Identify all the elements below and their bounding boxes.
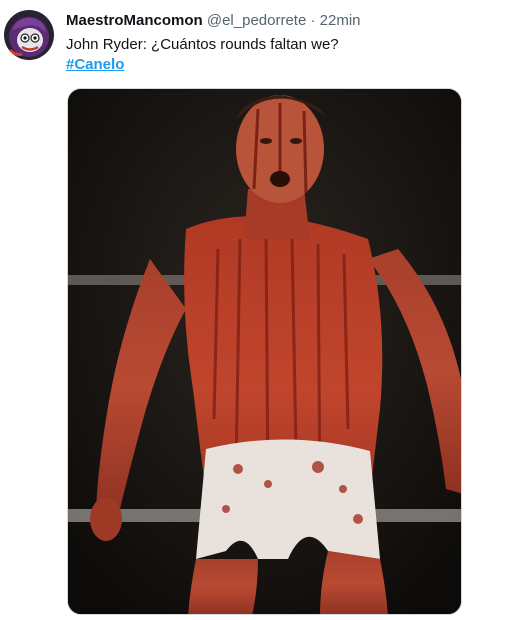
avatar-image [4, 10, 54, 60]
tweet-text: John Ryder: ¿Cuántos rounds faltan we? [66, 36, 339, 53]
tweet-media-photo[interactable] [67, 88, 462, 615]
user-handle[interactable]: @el_pedorrete [207, 12, 306, 29]
timestamp[interactable]: 22min [320, 12, 361, 29]
hashtag-link[interactable]: #Canelo [66, 55, 124, 75]
author-avatar[interactable] [4, 10, 54, 60]
display-name[interactable]: MaestroMancomon [66, 12, 203, 29]
tweet-header: MaestroMancomon @el_pedorrete · 22min [66, 11, 361, 31]
separator-dot: · [310, 12, 316, 29]
wrestler-photo [68, 89, 461, 614]
